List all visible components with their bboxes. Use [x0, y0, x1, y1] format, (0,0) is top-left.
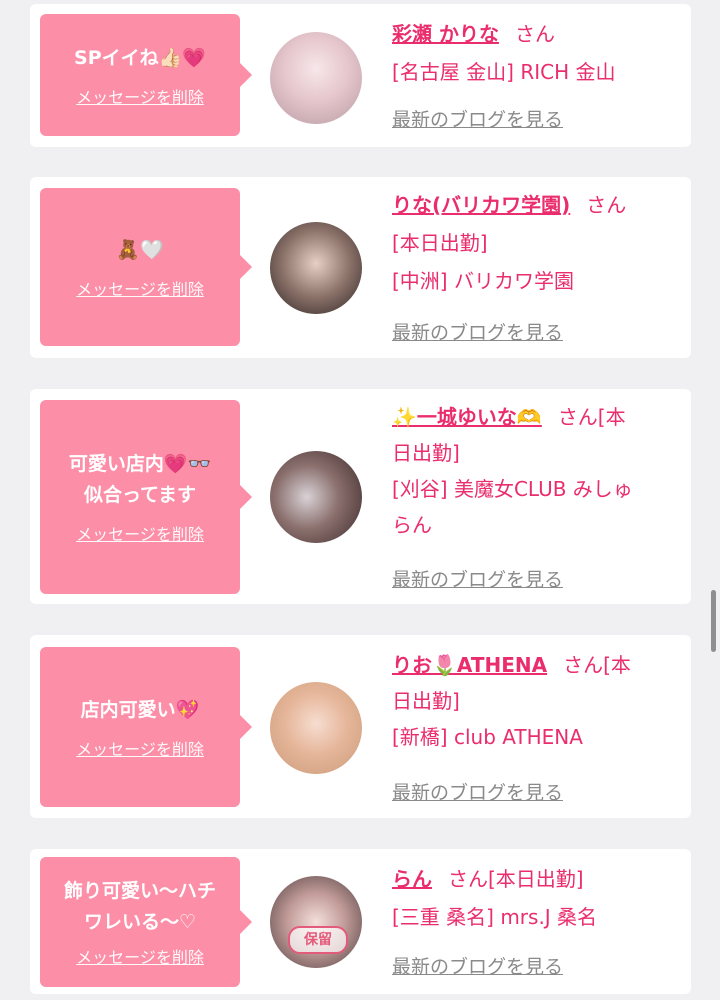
cast-detail: [三重 桑名] mrs.J 桑名 — [392, 905, 598, 929]
cast-name-link[interactable]: りな(バリカワ学園) — [392, 193, 570, 217]
honorific: さん — [586, 193, 627, 217]
message-text: 似合ってます — [83, 484, 197, 506]
message-text: 飾り可愛い〜ハチ — [63, 880, 216, 902]
cast-detail: [中洲] バリカワ学園 — [392, 269, 574, 293]
message-card: 可愛い店内💗👓 似合ってます メッセージを削除 ✨一城ゆいな🫶 さん[本 日出勤]… — [30, 389, 691, 604]
avatar[interactable] — [270, 682, 362, 774]
message-bubble: 店内可愛い💖 メッセージを削除 — [40, 647, 252, 807]
blog-link[interactable]: 最新のブログを見る — [392, 565, 563, 592]
cast-info: りな(バリカワ学園) さん [本日出勤] [中洲] バリカワ学園 — [392, 187, 682, 299]
delete-message-link[interactable]: メッセージを削除 — [76, 521, 204, 545]
message-card: SPイイね👍🏻💗 メッセージを削除 彩瀬 かりな さん [名古屋 金山] RICH… — [30, 4, 691, 147]
message-text: SPイイね👍🏻💗 — [74, 46, 206, 69]
cast-name-link[interactable]: 彩瀬 かりな — [392, 22, 499, 46]
message-bubble: SPイイね👍🏻💗 メッセージを削除 — [40, 14, 252, 136]
cast-detail: [新橋] club ATHENA — [392, 725, 583, 749]
message-card: 店内可愛い💖 メッセージを削除 りお🌷ATHENA さん[本 日出勤] [新橋] … — [30, 635, 691, 818]
cast-name-link[interactable]: らん — [392, 867, 432, 891]
message-text: ワレいる〜♡ — [83, 911, 197, 933]
cast-detail: [名古屋 金山] RICH 金山 — [392, 60, 616, 84]
cast-info: 彩瀬 かりな さん [名古屋 金山] RICH 金山 — [392, 16, 682, 90]
delete-message-link[interactable]: メッセージを削除 — [76, 944, 204, 968]
delete-message-link[interactable]: メッセージを削除 — [76, 276, 204, 300]
cast-info: ✨一城ゆいな🫶 さん[本 日出勤] [刈谷] 美魔女CLUB みしゅ らん — [392, 399, 682, 543]
avatar[interactable] — [270, 451, 362, 543]
honorific: さん[本日出勤] — [448, 867, 584, 891]
scrollbar[interactable] — [711, 590, 716, 652]
avatar[interactable] — [270, 32, 362, 124]
cast-name-link[interactable]: りお🌷ATHENA — [392, 653, 547, 677]
message-bubble: 飾り可愛い〜ハチ ワレいる〜♡ メッセージを削除 — [40, 857, 252, 987]
message-text: 🧸🤍 — [116, 238, 164, 261]
hold-stamp: 保留 — [288, 926, 348, 954]
cast-info: りお🌷ATHENA さん[本 日出勤] [新橋] club ATHENA — [392, 647, 682, 755]
honorific: さん[本 — [557, 405, 626, 429]
cast-name-link[interactable]: ✨一城ゆいな🫶 — [392, 405, 542, 429]
honorific: さん[本 — [563, 653, 631, 677]
cast-detail: 日出勤] — [392, 689, 460, 713]
message-card: 飾り可愛い〜ハチ ワレいる〜♡ メッセージを削除 保留 らん さん[本日出勤] [… — [30, 849, 691, 994]
cast-detail: 日出勤] — [392, 441, 460, 465]
cast-info: らん さん[本日出勤] [三重 桑名] mrs.J 桑名 — [392, 861, 682, 935]
message-text: 可愛い店内💗👓 — [68, 453, 212, 475]
blog-link[interactable]: 最新のブログを見る — [392, 778, 563, 805]
delete-message-link[interactable]: メッセージを削除 — [76, 736, 204, 760]
blog-link[interactable]: 最新のブログを見る — [392, 952, 563, 979]
avatar[interactable]: 保留 — [270, 876, 362, 968]
message-card: 🧸🤍 メッセージを削除 りな(バリカワ学園) さん [本日出勤] [中洲] バリカ… — [30, 177, 691, 358]
honorific: さん — [514, 22, 555, 46]
cast-detail: [本日出勤] — [392, 231, 488, 255]
blog-link[interactable]: 最新のブログを見る — [392, 105, 563, 132]
message-text: 店内可愛い💖 — [80, 698, 200, 721]
delete-message-link[interactable]: メッセージを削除 — [76, 84, 204, 108]
cast-detail: [刈谷] 美魔女CLUB みしゅ — [392, 477, 633, 501]
avatar[interactable] — [270, 222, 362, 314]
cast-detail: らん — [392, 513, 432, 537]
message-bubble: 可愛い店内💗👓 似合ってます メッセージを削除 — [40, 400, 252, 594]
blog-link[interactable]: 最新のブログを見る — [392, 318, 563, 345]
message-bubble: 🧸🤍 メッセージを削除 — [40, 188, 252, 346]
